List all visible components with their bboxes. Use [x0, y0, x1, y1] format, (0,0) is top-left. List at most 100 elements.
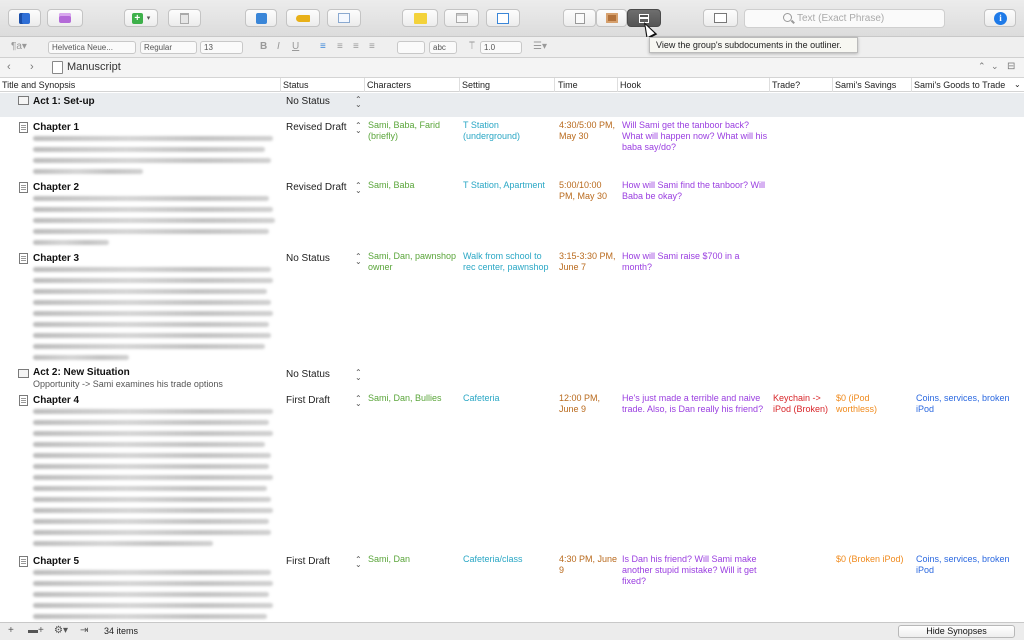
blurred-synopsis — [33, 570, 271, 575]
column-setting[interactable]: Setting — [462, 80, 490, 90]
time-cell[interactable]: 4:30 PM, June 9 — [559, 554, 619, 576]
align-justify-icon[interactable]: ≡ — [369, 41, 375, 52]
characters-cell[interactable]: Sami, Dan — [368, 554, 460, 565]
edit-button[interactable] — [327, 9, 361, 27]
search-field[interactable]: Text (Exact Phrase) — [744, 9, 945, 28]
status-stepper-icon[interactable]: ⌃ ⌄ — [355, 253, 362, 266]
status-stepper-icon[interactable]: ⌃ ⌄ — [355, 556, 362, 569]
bold-button[interactable]: B — [260, 41, 267, 52]
font-style-select[interactable]: Regular — [140, 41, 197, 54]
setting-cell[interactable]: Cafeteria — [463, 393, 555, 404]
status-stepper-icon[interactable]: ⌃ ⌄ — [355, 122, 362, 135]
outline-row-chapter2[interactable]: Chapter 2 Revised Draft ⌃ ⌄ Sami, Baba T … — [0, 179, 1024, 249]
blurred-synopsis — [33, 581, 273, 586]
align-center-icon[interactable]: ≡ — [337, 41, 343, 52]
time-cell[interactable]: 12:00 PM, June 9 — [559, 393, 619, 415]
next-doc-icon[interactable]: ⌄ — [991, 61, 999, 72]
single-view-button[interactable] — [563, 9, 596, 27]
back-arrow-icon[interactable]: ‹ — [7, 61, 11, 73]
status-stepper-icon[interactable]: ⌃ ⌄ — [355, 182, 362, 195]
outline-row-chapter3[interactable]: Chapter 3 No Status ⌃ ⌄ Sami, Dan, pawnsh… — [0, 250, 1024, 366]
split-editor-icon[interactable]: ⊟ — [1007, 61, 1015, 72]
row-title: Act 1: Set-up — [33, 96, 95, 107]
columns-menu-icon[interactable]: ⌄ — [1014, 80, 1021, 89]
align-left-icon[interactable]: ≡ — [320, 41, 326, 52]
status-value[interactable]: No Status — [286, 369, 330, 380]
outline-row-act2[interactable]: Act 2: New Situation Opportunity -> Sami… — [0, 366, 1024, 392]
savings-cell[interactable]: $0 (iPod worthless) — [836, 393, 912, 415]
quick-search-button[interactable] — [703, 9, 738, 27]
gear-icon[interactable]: ⚙▾ — [54, 625, 68, 636]
column-time[interactable]: Time — [558, 80, 578, 90]
outline-row-act1[interactable]: Act 1: Set-up No Status ⌃ ⌄ — [0, 93, 1024, 117]
outline-row-chapter5[interactable]: Chapter 5 First Draft ⌃ ⌄ Sami, Dan Cafet… — [0, 553, 1024, 622]
hide-synopses-button[interactable]: Hide Synopses — [898, 625, 1015, 638]
hook-cell[interactable]: Will Sami get the tanboor back? What wil… — [622, 120, 768, 153]
binder-button[interactable] — [8, 9, 41, 27]
underline-button[interactable]: U — [292, 41, 299, 52]
characters-cell[interactable]: Sami, Baba, Farid (briefly) — [368, 120, 460, 142]
add-icon[interactable]: + — [8, 625, 14, 636]
setting-cell[interactable]: Cafeteria/class — [463, 554, 555, 565]
setting-cell[interactable]: T Station (underground) — [463, 120, 555, 142]
column-title[interactable]: Title and Synopsis — [2, 80, 75, 90]
outline-row-chapter1[interactable]: Chapter 1 Revised Draft ⌃ ⌄ Sami, Baba, F… — [0, 119, 1024, 179]
collections-button[interactable] — [47, 9, 83, 27]
trash-button[interactable] — [168, 9, 201, 27]
column-hook[interactable]: Hook — [620, 80, 641, 90]
setting-cell[interactable]: Walk from school to rec center, pawnshop — [463, 251, 555, 273]
add-folder-icon[interactable]: ▬+ — [28, 625, 44, 636]
move-to-icon[interactable]: ⇥ — [80, 625, 88, 636]
status-value[interactable]: Revised Draft — [286, 182, 347, 193]
scrivenings-button[interactable] — [444, 9, 479, 27]
time-cell[interactable]: 5:00/10:00 PM, May 30 — [559, 180, 619, 202]
column-trade[interactable]: Trade? — [772, 80, 800, 90]
paragraph-style-icon[interactable]: ¶a▾ — [11, 41, 27, 52]
list-icon[interactable]: ☰▾ — [533, 41, 547, 52]
setting-cell[interactable]: T Station, Apartment — [463, 180, 555, 191]
trade-cell[interactable]: Keychain -> iPod (Broken) — [773, 393, 833, 415]
status-value[interactable]: Revised Draft — [286, 122, 347, 133]
column-savings[interactable]: Sami's Savings — [835, 80, 896, 90]
status-value[interactable]: First Draft — [286, 395, 330, 406]
hook-cell[interactable]: Is Dan his friend? Will Sami make anothe… — [622, 554, 768, 587]
add-button[interactable]: + ▾ — [124, 9, 158, 27]
time-cell[interactable]: 4:30/5:00 PM, May 30 — [559, 120, 619, 142]
hook-cell[interactable]: How will Sami find the tanboor? Will Bab… — [622, 180, 768, 202]
status-value[interactable]: No Status — [286, 253, 330, 264]
column-characters[interactable]: Characters — [367, 80, 411, 90]
inspector-button[interactable]: i — [984, 9, 1016, 27]
font-family-select[interactable]: Helvetica Neue... — [48, 41, 136, 54]
status-stepper-icon[interactable]: ⌃ ⌄ — [355, 395, 362, 408]
goods-cell[interactable]: Coins, services, broken iPod — [916, 554, 1016, 576]
column-goods[interactable]: Sami's Goods to Trade — [914, 80, 1005, 90]
goods-cell[interactable]: Coins, services, broken iPod — [916, 393, 1016, 415]
column-status[interactable]: Status — [283, 80, 309, 90]
highlight-color-select[interactable] — [397, 41, 425, 54]
time-cell[interactable]: 3:15-3:30 PM, June 7 — [559, 251, 619, 273]
fullscreen-button[interactable] — [245, 9, 277, 27]
characters-cell[interactable]: Sami, Dan, pawnshop owner — [368, 251, 460, 273]
row-title: Chapter 3 — [33, 253, 80, 264]
savings-cell[interactable]: $0 (Broken iPod) — [836, 554, 912, 565]
status-stepper-icon[interactable]: ⌃ ⌄ — [355, 369, 362, 382]
forward-arrow-icon[interactable]: › — [30, 61, 34, 73]
note-button[interactable] — [402, 9, 438, 27]
outline-row-chapter4[interactable]: Chapter 4 First Draft ⌃ ⌄ Sami, Dan, Bull… — [0, 392, 1024, 552]
status-stepper-icon[interactable]: ⌃ ⌄ — [355, 96, 362, 109]
compile-button[interactable] — [486, 9, 520, 27]
status-value[interactable]: First Draft — [286, 556, 330, 567]
characters-cell[interactable]: Sami, Dan, Bullies — [368, 393, 460, 404]
italic-button[interactable]: I — [277, 41, 280, 52]
hook-cell[interactable]: How will Sami raise $700 in a month? — [622, 251, 768, 273]
keywords-button[interactable] — [286, 9, 320, 27]
previous-doc-icon[interactable]: ⌃ — [978, 61, 986, 72]
corkboard-button[interactable] — [596, 9, 627, 27]
align-right-icon[interactable]: ≡ — [353, 41, 359, 52]
text-color-select[interactable]: abc — [429, 41, 457, 54]
hook-cell[interactable]: He's just made a terrible and naive trad… — [622, 393, 768, 415]
status-value[interactable]: No Status — [286, 96, 330, 107]
font-size-field[interactable]: 13 — [200, 41, 243, 54]
line-spacing-select[interactable]: 1.0 — [480, 41, 522, 54]
characters-cell[interactable]: Sami, Baba — [368, 180, 460, 191]
